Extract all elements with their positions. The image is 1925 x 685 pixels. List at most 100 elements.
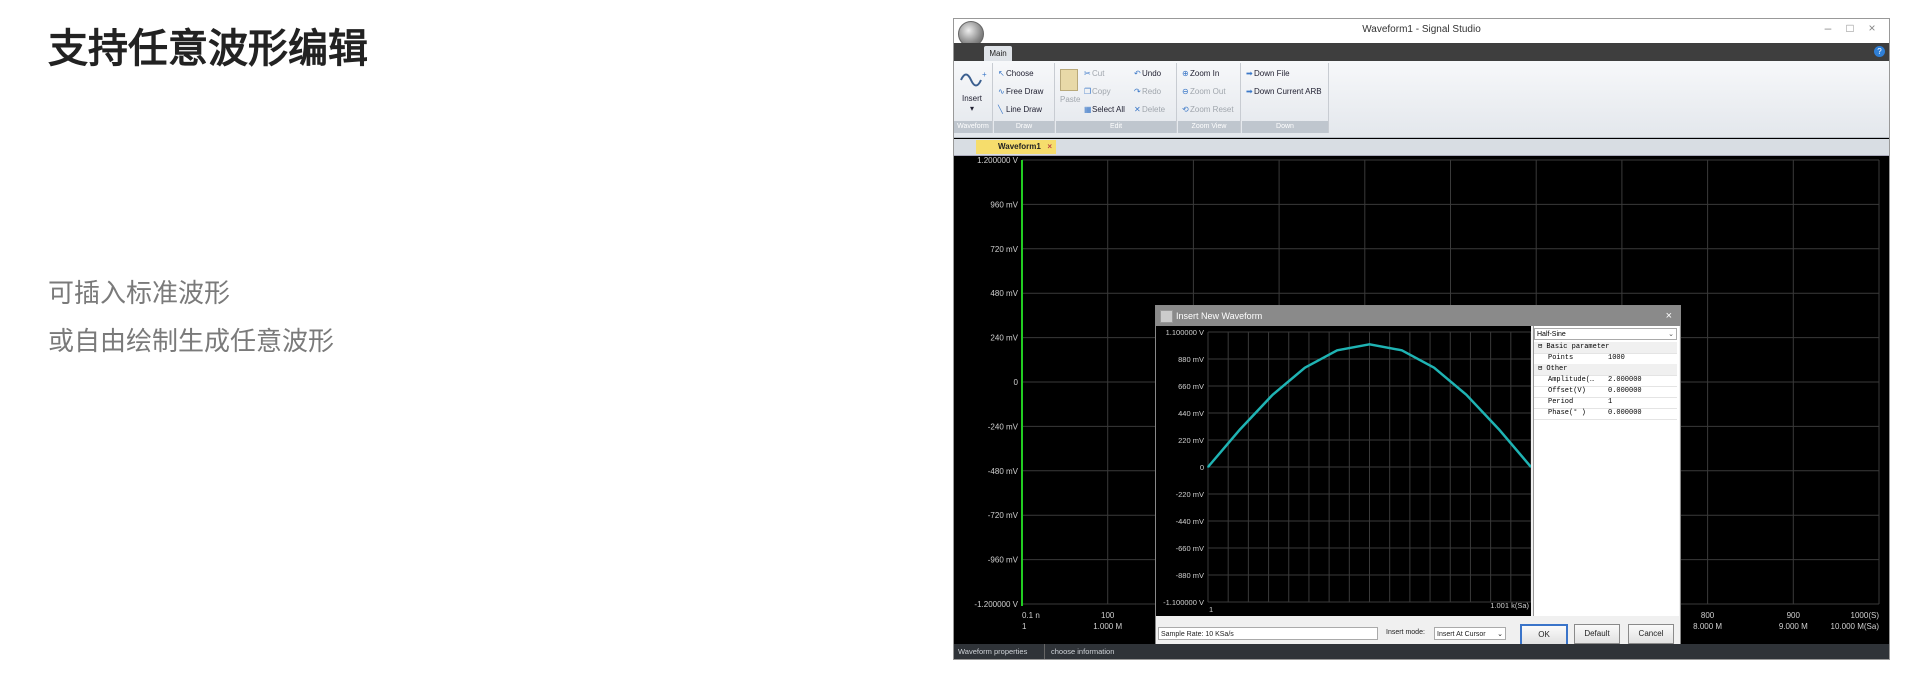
zoom-reset-button[interactable]: ⟲Zoom Reset bbox=[1182, 105, 1234, 114]
select-all-button[interactable]: ▦Select All bbox=[1084, 105, 1125, 114]
y-tick-label: 720 mV bbox=[990, 245, 1018, 254]
maximize-button[interactable]: □ bbox=[1841, 21, 1859, 35]
wave-type-select[interactable]: Half-Sine ⌄ bbox=[1534, 328, 1677, 340]
x-sample-label: 1.000 M bbox=[1093, 622, 1122, 631]
preview-y-tick-label: 660 mV bbox=[1178, 382, 1204, 391]
undo-label: Undo bbox=[1142, 69, 1162, 78]
download-arrow-icon: ➡ bbox=[1246, 69, 1253, 78]
status-waveform-properties: Waveform properties bbox=[958, 647, 1028, 656]
insert-new-waveform-dialog: Insert New Waveform × 1.100000 V 880 mV 66… bbox=[1155, 305, 1681, 647]
x-sample-label: 9.000 M bbox=[1779, 622, 1808, 631]
redo-button[interactable]: ↷Redo bbox=[1134, 87, 1161, 96]
svg-text:+: + bbox=[982, 70, 987, 79]
y-tick-label: -240 mV bbox=[988, 422, 1019, 431]
ok-button[interactable]: OK bbox=[1520, 624, 1568, 646]
insert-mode-select[interactable]: Insert At Cursor ⌄ bbox=[1434, 627, 1506, 640]
preview-y-tick-label: -660 mV bbox=[1176, 544, 1204, 553]
copy-button[interactable]: ❐Copy bbox=[1084, 87, 1111, 96]
preview-plot-svg: 1.100000 V 880 mV 660 mV 440 mV 220 mV 0 -220 … bbox=[1163, 328, 1532, 614]
window-title: Waveform1 - Signal Studio bbox=[1362, 24, 1481, 35]
insert-mode-value: Insert At Cursor bbox=[1437, 631, 1486, 638]
zoom-in-label: Zoom In bbox=[1190, 69, 1220, 78]
document-tab-strip: Waveform1 × bbox=[954, 139, 1889, 156]
property-key: Phase(° ) bbox=[1548, 409, 1586, 417]
help-icon[interactable]: ? bbox=[1874, 46, 1885, 57]
ribbon-group-zoom: ⊕Zoom In ⊖Zoom Out ⟲Zoom Reset Zoom View bbox=[1178, 63, 1241, 133]
waveform-plot-area[interactable]: 1.200000 V 960 mV 720 mV 480 mV 240 mV 0 -240 … bbox=[954, 156, 1889, 647]
y-tick-label: -480 mV bbox=[988, 467, 1019, 476]
document-tab-waveform1[interactable]: Waveform1 × bbox=[976, 140, 1056, 154]
close-button[interactable]: × bbox=[1863, 21, 1881, 35]
series-point bbox=[1401, 349, 1403, 352]
property-key: Period bbox=[1548, 398, 1574, 406]
free-draw-button[interactable]: ∿Free Draw bbox=[998, 87, 1043, 96]
dialog-footer: Sample Rate: 10 KSa/s Insert mode: Inser… bbox=[1156, 616, 1680, 646]
redo-label: Redo bbox=[1142, 87, 1162, 96]
zoom-out-label: Zoom Out bbox=[1190, 87, 1226, 96]
property-row[interactable]: Phase(° ) 0.000000 bbox=[1534, 408, 1677, 420]
down-file-button[interactable]: ➡Down File bbox=[1246, 69, 1290, 78]
group-label-waveform: Waveform bbox=[954, 121, 992, 133]
slide-description: 可插入标准波形 或自由绘制生成任意波形 bbox=[48, 270, 334, 366]
cut-label: Cut bbox=[1092, 69, 1105, 78]
property-key: Amplitude(… bbox=[1548, 376, 1595, 384]
preview-y-tick-label: -880 mV bbox=[1176, 571, 1204, 580]
redo-icon: ↷ bbox=[1134, 87, 1141, 96]
tab-main[interactable]: Main bbox=[984, 46, 1012, 61]
undo-button[interactable]: ↶Undo bbox=[1134, 69, 1161, 78]
series-point bbox=[1465, 394, 1468, 396]
line-draw-label: Line Draw bbox=[1006, 105, 1043, 114]
slide-title: 支持任意波形编辑 bbox=[48, 26, 368, 72]
property-value[interactable]: 0.000000 bbox=[1608, 408, 1642, 419]
down-current-arb-button[interactable]: ➡Down Current ARB bbox=[1246, 87, 1322, 96]
x-sample-label: 1 bbox=[1022, 622, 1027, 631]
property-value[interactable]: 0.000000 bbox=[1608, 386, 1642, 397]
line-draw-button[interactable]: ╲ Line Draw bbox=[998, 105, 1042, 114]
cancel-button[interactable]: Cancel bbox=[1628, 624, 1674, 644]
property-key: Points bbox=[1548, 354, 1574, 362]
ribbon-group-draw: ↖Choose ∿Free Draw ╲ Line Draw Draw bbox=[994, 63, 1055, 133]
cut-button[interactable]: ✂Cut bbox=[1084, 69, 1104, 78]
y-tick-label: 1.200000 V bbox=[977, 156, 1019, 165]
choose-button[interactable]: ↖Choose bbox=[998, 69, 1034, 78]
dialog-close-icon[interactable]: × bbox=[1666, 306, 1672, 326]
status-bar: Waveform properties choose information bbox=[954, 644, 1889, 659]
zoom-out-button[interactable]: ⊖Zoom Out bbox=[1182, 87, 1226, 96]
minimize-button[interactable]: – bbox=[1819, 21, 1837, 35]
insert-button[interactable]: + Insert ▾ bbox=[958, 69, 988, 115]
x-tick-label: 0.1 n bbox=[1022, 611, 1040, 620]
line-icon: ╲ bbox=[998, 105, 1003, 114]
x-tick-label: 800 bbox=[1701, 611, 1715, 620]
delete-label: Delete bbox=[1142, 105, 1166, 114]
series-point bbox=[1207, 466, 1209, 468]
series-point bbox=[1304, 366, 1306, 369]
preview-y-tick-label: -220 mV bbox=[1176, 490, 1204, 499]
property-value[interactable]: 2.000000 bbox=[1608, 375, 1642, 386]
zoom-reset-label: Zoom Reset bbox=[1190, 105, 1234, 114]
signal-studio-window: Waveform1 - Signal Studio – □ × Main ? +… bbox=[953, 18, 1890, 660]
y-tick-label: -720 mV bbox=[988, 511, 1019, 520]
property-value[interactable]: 1 bbox=[1608, 397, 1612, 408]
document-tab-label: Waveform1 bbox=[998, 142, 1041, 151]
dialog-app-icon bbox=[1160, 310, 1173, 323]
paste-button[interactable]: Paste bbox=[1060, 69, 1080, 115]
undo-icon: ↶ bbox=[1134, 69, 1141, 78]
zoom-in-button[interactable]: ⊕Zoom In bbox=[1182, 69, 1219, 78]
down-file-label: Down File bbox=[1254, 69, 1290, 78]
choose-label: Choose bbox=[1006, 69, 1034, 78]
dialog-title: Insert New Waveform bbox=[1176, 311, 1263, 321]
x-tick-label: 100 bbox=[1101, 611, 1115, 620]
copy-icon: ❐ bbox=[1084, 87, 1092, 96]
document-tab-close-icon[interactable]: × bbox=[1047, 140, 1052, 154]
property-value[interactable]: 1000 bbox=[1608, 353, 1625, 364]
x-sample-label: 8.000 M bbox=[1693, 622, 1722, 631]
download-arrow-icon: ➡ bbox=[1246, 87, 1253, 96]
default-button[interactable]: Default bbox=[1574, 624, 1620, 644]
select-all-icon: ▦ bbox=[1084, 105, 1092, 114]
insert-dropdown-icon: ▾ bbox=[970, 104, 975, 113]
preview-y-tick-label: 220 mV bbox=[1178, 436, 1204, 445]
ribbon-tab-strip: Main ? bbox=[954, 43, 1889, 61]
delete-button[interactable]: ✕Delete bbox=[1134, 105, 1165, 114]
x-sample-label: 10.000 M(Sa) bbox=[1831, 622, 1880, 631]
y-tick-label: 0 bbox=[1014, 378, 1019, 387]
